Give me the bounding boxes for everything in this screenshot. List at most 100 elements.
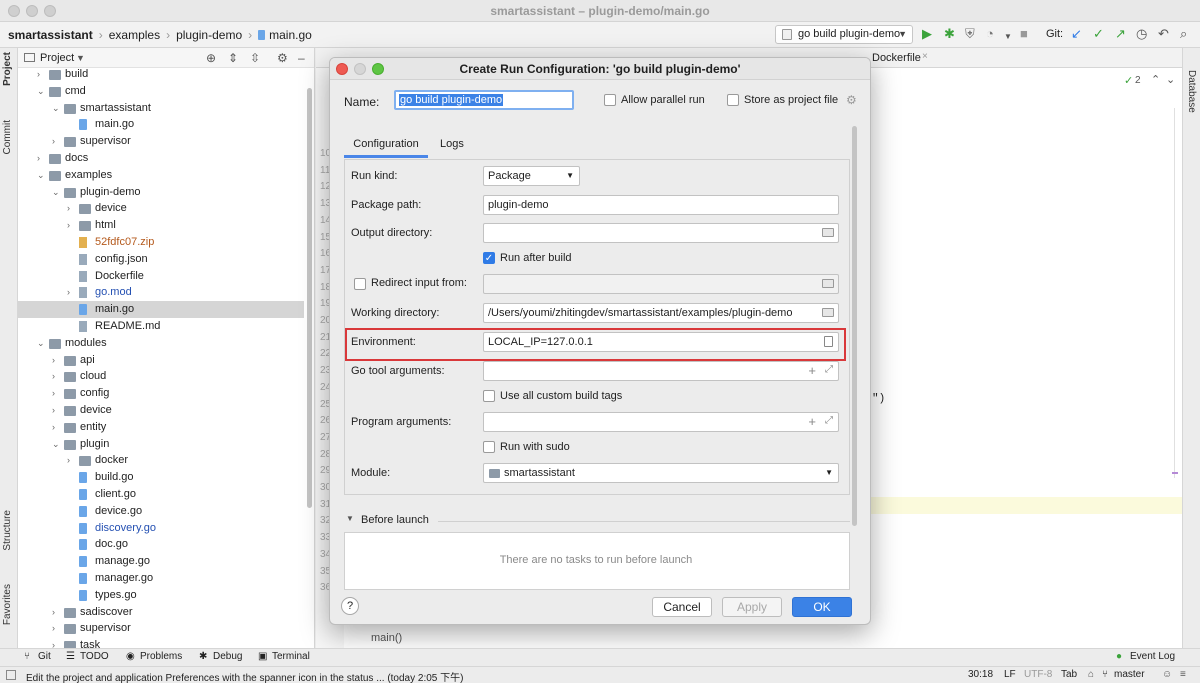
chevron-down-icon[interactable]: ▼ <box>346 514 354 523</box>
line-separator[interactable]: LF <box>1004 669 1016 680</box>
run-kind-select[interactable]: Package ▼ <box>483 166 580 186</box>
git-push-icon[interactable]: ↗ <box>1115 27 1126 41</box>
git-tool-button[interactable]: Git <box>38 651 51 662</box>
favorites-tool-button[interactable]: Favorites <box>2 584 13 625</box>
debug-icon[interactable]: ✱ <box>944 27 955 41</box>
program-arguments-input[interactable]: + ⤢ <box>483 412 839 432</box>
name-input[interactable]: go build plugin-demo <box>394 90 574 110</box>
tree-item[interactable]: › config <box>18 385 304 402</box>
folder-icon[interactable] <box>822 228 834 237</box>
package-path-input[interactable]: plugin-demo <box>483 195 839 215</box>
project-panel-title[interactable]: Project <box>40 52 74 64</box>
tree-item[interactable]: ⌄ plugin-demo <box>18 184 304 201</box>
chevron-right-icon[interactable]: › <box>37 150 40 167</box>
tree-item[interactable]: › sadiscover <box>18 604 304 621</box>
tree-item[interactable]: › cloud <box>18 368 304 385</box>
commit-tool-button[interactable]: Commit <box>2 120 13 154</box>
breadcrumb-main-go[interactable]: main.go <box>269 28 312 42</box>
plus-icon[interactable]: + <box>808 363 816 378</box>
status-toggle-icon[interactable] <box>6 670 16 680</box>
dialog-minimize-button[interactable] <box>354 63 366 75</box>
stop-icon[interactable]: ■ <box>1020 27 1028 41</box>
indent-setting[interactable]: Tab <box>1061 669 1077 680</box>
close-icon[interactable]: × <box>922 51 928 62</box>
tree-item[interactable]: discovery.go <box>18 520 304 537</box>
editor-breadcrumb-main[interactable]: main() <box>371 632 402 644</box>
tree-item[interactable]: › device <box>18 402 304 419</box>
chevron-down-icon[interactable]: ⌄ <box>1166 73 1175 86</box>
tree-item[interactable]: › docs <box>18 150 304 167</box>
tree-item[interactable]: › supervisor <box>18 620 304 637</box>
tree-item[interactable]: client.go <box>18 486 304 503</box>
chevron-up-icon[interactable]: ⌃ <box>1151 73 1160 86</box>
run-after-build-checkbox[interactable]: ✓ <box>483 252 495 264</box>
dialog-close-button[interactable] <box>336 63 348 75</box>
allow-parallel-checkbox[interactable] <box>604 94 616 106</box>
chevron-right-icon[interactable]: › <box>67 217 70 234</box>
tree-item[interactable]: › device <box>18 200 304 217</box>
todo-tool-button[interactable]: TODO <box>80 651 109 662</box>
tree-item[interactable]: types.go <box>18 587 304 604</box>
editor-scrollbar[interactable] <box>1174 108 1175 478</box>
go-tool-arguments-input[interactable]: + ⤢ <box>483 361 839 381</box>
breadcrumb-plugin-demo[interactable]: plugin-demo <box>176 28 242 42</box>
chevron-right-icon[interactable]: › <box>52 604 55 621</box>
tab-dockerfile[interactable]: Dockerfile <box>872 52 921 64</box>
caret-position[interactable]: 30:18 <box>968 669 993 680</box>
lock-icon[interactable]: ⌂ <box>1088 669 1094 680</box>
help-button[interactable]: ? <box>341 597 359 615</box>
chevron-right-icon[interactable]: › <box>52 352 55 369</box>
tree-item[interactable]: › supervisor <box>18 133 304 150</box>
git-history-icon[interactable]: ◷ <box>1136 27 1147 41</box>
chevron-right-icon[interactable]: › <box>67 284 70 301</box>
search-icon[interactable]: ⌕ <box>1180 27 1187 41</box>
chevron-down-icon[interactable]: ⌄ <box>37 83 45 100</box>
structure-tool-button[interactable]: Structure <box>2 510 13 551</box>
project-tool-button[interactable]: Project <box>2 52 13 86</box>
tree-item[interactable]: 52fdfc07.zip <box>18 234 304 251</box>
tree-item[interactable]: README.md <box>18 318 304 335</box>
locate-icon[interactable]: ⊕ <box>206 51 216 65</box>
chevron-right-icon[interactable]: › <box>67 452 70 469</box>
module-select[interactable]: smartassistant ▼ <box>483 463 839 483</box>
chevron-right-icon[interactable]: › <box>52 133 55 150</box>
plus-icon[interactable]: + <box>808 414 816 429</box>
tree-item[interactable]: ⌄ modules <box>18 335 304 352</box>
file-encoding[interactable]: UTF-8 <box>1024 669 1052 680</box>
problems-tool-button[interactable]: Problems <box>140 651 182 662</box>
run-icon[interactable]: ▶ <box>922 27 932 41</box>
tree-item[interactable]: ⌄ smartassistant <box>18 100 304 117</box>
chevron-down-icon[interactable]: ▼ <box>76 53 85 63</box>
tab-configuration[interactable]: Configuration <box>344 136 428 158</box>
expand-all-icon[interactable]: ⇕ <box>228 51 238 65</box>
working-directory-input[interactable]: /Users/youmi/zhitingdev/smartassistant/e… <box>483 303 839 323</box>
cancel-button[interactable]: Cancel <box>652 597 712 617</box>
tree-item[interactable]: manage.go <box>18 553 304 570</box>
coverage-icon[interactable]: ⛨ <box>965 27 975 41</box>
before-launch-label[interactable]: Before launch <box>361 514 429 526</box>
profile-icon[interactable]: ◔ <box>986 27 994 41</box>
chevron-down-icon[interactable]: ⌄ <box>52 184 60 201</box>
folder-icon[interactable] <box>822 279 834 288</box>
tree-item[interactable]: build.go <box>18 469 304 486</box>
breadcrumb-project[interactable]: smartassistant <box>8 28 93 42</box>
ok-button[interactable]: OK <box>792 597 852 617</box>
gear-icon[interactable]: ⚙ <box>846 93 857 107</box>
chevron-right-icon[interactable]: › <box>67 200 70 217</box>
output-directory-input[interactable] <box>483 223 839 243</box>
inspection-count[interactable]: 2 <box>1135 75 1141 86</box>
redirect-input-field[interactable] <box>483 274 839 294</box>
git-update-icon[interactable]: ↙ <box>1071 27 1082 41</box>
chevron-right-icon[interactable]: › <box>52 368 55 385</box>
chevron-down-icon[interactable]: ⌄ <box>37 167 45 184</box>
rollback-icon[interactable]: ↶ <box>1158 27 1169 41</box>
collapse-all-icon[interactable]: ⇳ <box>250 51 260 65</box>
project-scrollbar[interactable] <box>307 88 312 508</box>
dialog-zoom-button[interactable] <box>372 63 384 75</box>
chevron-right-icon[interactable]: › <box>52 620 55 637</box>
tree-item[interactable]: › go.mod <box>18 284 304 301</box>
tree-item[interactable]: › api <box>18 352 304 369</box>
notifications-icon[interactable]: ☺ <box>1162 669 1172 680</box>
store-as-project-checkbox[interactable] <box>727 94 739 106</box>
apply-button[interactable]: Apply <box>722 597 782 617</box>
